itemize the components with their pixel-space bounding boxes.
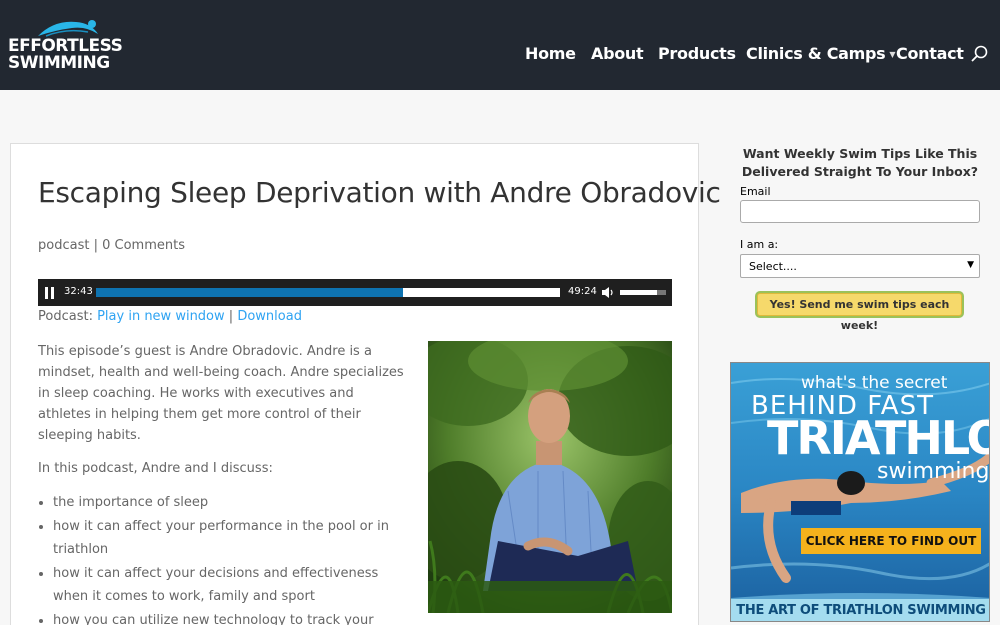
guest-photo [428, 341, 672, 613]
list-item: how you can utilize new technology to tr… [53, 609, 408, 625]
play-new-window-link[interactable]: Play in new window [97, 309, 225, 324]
topic-list: the importance of sleep how it can affec… [53, 491, 408, 625]
post-meta: podcast | 0 Comments [38, 238, 185, 253]
pause-icon-bar [51, 287, 54, 299]
email-label: Email [740, 185, 771, 198]
ad-cta-button[interactable]: CLICK HERE TO FIND OUT [801, 528, 981, 554]
search-icon [971, 45, 988, 62]
nav-contact[interactable]: Contact [896, 44, 964, 63]
select-arrow-icon: ▼ [967, 260, 974, 270]
list-item: the importance of sleep [53, 491, 408, 515]
progress-slider[interactable] [96, 288, 560, 297]
list-item: how it can affect your performance in th… [53, 515, 408, 562]
subscribe-button[interactable]: Yes! Send me swim tips each week! [757, 293, 962, 332]
role-select[interactable]: Select.... ▼ [740, 254, 980, 278]
pause-button[interactable] [44, 287, 56, 299]
progress-fill [96, 288, 404, 297]
post-card: Escaping Sleep Deprivation with Andre Ob… [10, 143, 721, 625]
ad-line1: what's the secret [801, 373, 948, 393]
list-item: how it can affect your decisions and eff… [53, 562, 408, 609]
duration-time: 49:24 [568, 286, 597, 297]
iam-label: I am a: [740, 238, 779, 251]
post-title: Escaping Sleep Deprivation with Andre Ob… [38, 176, 721, 209]
nav-clinics-label: Clinics & Camps [746, 44, 886, 63]
ad-line3: TRIATHLON [767, 411, 989, 465]
nav-about[interactable]: About [591, 44, 644, 63]
chevron-down-icon: ▼ [889, 50, 896, 59]
nav-clinics-camps[interactable]: Clinics & Camps ▼ [746, 44, 896, 63]
comments-link[interactable]: 0 Comments [102, 238, 185, 253]
site-header: EFFORTLESS SWIMMING Home About Products … [0, 0, 1000, 90]
nav-products[interactable]: Products [658, 44, 736, 63]
current-time: 32:43 [64, 286, 93, 297]
discuss-paragraph: In this podcast, Andre and I discuss: [38, 461, 273, 476]
volume-slider[interactable] [620, 290, 666, 295]
select-value: Select.... [749, 260, 797, 273]
post-body: This episode’s guest is Andre Obradovic.… [38, 341, 408, 625]
download-link[interactable]: Download [237, 309, 302, 324]
triathlon-ad-banner[interactable]: what's the secret BEHIND FAST TRIATHLON … [730, 362, 990, 622]
newsletter-title: Want Weekly Swim Tips Like This Delivere… [741, 146, 979, 179]
ad-footer-text: THE ART OF TRIATHLON SWIMMING [731, 599, 989, 621]
link-separator: | [228, 309, 234, 324]
email-field[interactable] [740, 200, 980, 223]
nav-home[interactable]: Home [525, 44, 576, 63]
podcast-label: Podcast: [38, 309, 93, 324]
category-link[interactable]: podcast [38, 238, 89, 253]
meta-separator: | [93, 238, 98, 253]
podcast-links: Podcast: Play in new window | Download [38, 309, 302, 324]
volume-fill [620, 290, 657, 295]
volume-icon[interactable] [601, 286, 615, 299]
pause-icon [45, 287, 48, 299]
audio-player: 32:43 49:24 [38, 279, 672, 306]
main-nav: Home About Products Clinics & Camps ▼ Con… [0, 44, 1000, 64]
search-button[interactable] [970, 44, 990, 64]
swimmer-wave-icon [38, 20, 98, 37]
ad-line4: swimming? [877, 459, 990, 484]
intro-paragraph: This episode’s guest is Andre Obradovic.… [38, 344, 404, 443]
